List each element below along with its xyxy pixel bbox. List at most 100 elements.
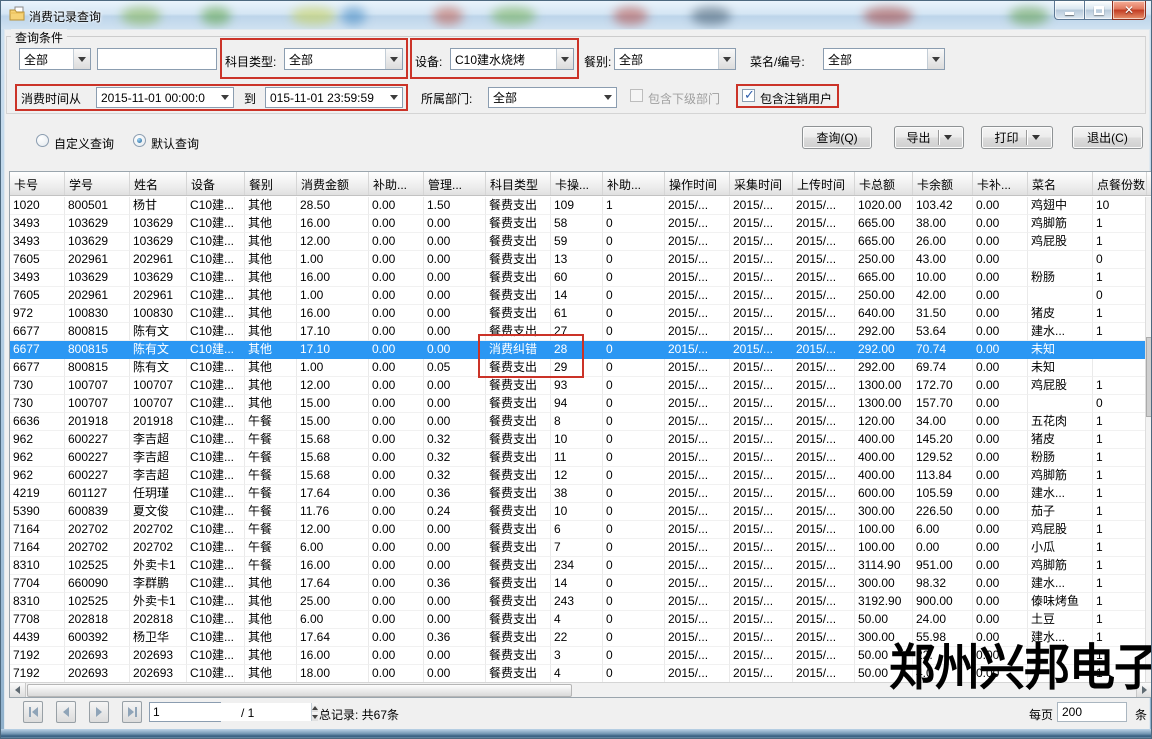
spin-up-button[interactable] [312,703,318,712]
first-page-button[interactable] [23,701,43,723]
table-row[interactable]: 6677800815陈有文C10建...其他1.000.000.05餐费支出29… [10,359,1145,377]
table-cell: 0.00 [369,215,424,233]
table-row[interactable]: 3493103629103629C10建...其他16.000.000.00餐费… [10,269,1145,287]
vertical-scrollbar[interactable] [1145,197,1152,682]
include-sub-dept-checkbox[interactable] [630,89,643,102]
table-cell: 建水... [1028,485,1093,503]
vertical-scrollbar-thumb[interactable] [1146,337,1152,417]
column-header[interactable]: 采集时间 [730,172,793,195]
table-row[interactable]: 7192202693202693C10建...其他16.000.000.00餐费… [10,647,1145,665]
dish-name-label: 菜名/编号: [750,53,805,70]
column-header[interactable]: 科目类型 [486,172,551,195]
column-header[interactable]: 菜名 [1028,172,1093,195]
table-row[interactable]: 7164202702202702C10建...午餐12.000.000.00餐费… [10,521,1145,539]
column-header[interactable]: 姓名 [130,172,187,195]
per-page-input[interactable] [1057,702,1127,722]
table-row[interactable]: 4219601127任玥瑾C10建...午餐17.640.000.36餐费支出3… [10,485,1145,503]
time-to-picker[interactable]: 015-11-01 23:59:59 [265,87,403,108]
table-row[interactable]: 6636201918201918C10建...午餐15.000.000.00餐费… [10,413,1145,431]
table-row[interactable]: 962600227李吉超C10建...午餐15.680.000.32餐费支出11… [10,449,1145,467]
table-row[interactable]: 7192202693202693C10建...其他18.000.000.00餐费… [10,665,1145,682]
column-header[interactable]: 卡操... [551,172,603,195]
horizontal-scrollbar-thumb[interactable] [27,684,572,697]
column-header[interactable]: 上传时间 [793,172,855,195]
table-row[interactable]: 730100707100707C10建...其他12.000.000.00餐费支… [10,377,1145,395]
column-header[interactable]: 卡余额 [913,172,973,195]
export-button[interactable]: 导出 [894,126,964,149]
table-row[interactable]: 7605202961202961C10建...其他1.000.000.00餐费支… [10,287,1145,305]
table-cell: 0.24 [424,503,486,521]
table-cell: 0.00 [973,557,1028,575]
previous-page-button[interactable] [56,701,76,723]
scroll-right-button[interactable] [1136,683,1152,697]
column-header[interactable]: 操作时间 [665,172,730,195]
column-header[interactable]: 餐别 [245,172,297,195]
column-header[interactable]: 学号 [65,172,130,195]
table-row[interactable]: 962600227李吉超C10建...午餐15.680.000.32餐费支出10… [10,431,1145,449]
table-row[interactable]: 7605202961202961C10建...其他1.000.000.00餐费支… [10,251,1145,269]
column-header[interactable]: 卡号 [10,172,65,195]
table-row[interactable]: 8310102525外卖卡1C10建...其他25.000.000.00餐费支出… [10,593,1145,611]
default-query-radio[interactable] [133,134,146,147]
department-combo[interactable]: 全部 [488,87,617,108]
column-header[interactable]: 设备 [187,172,245,195]
table-row[interactable]: 5390600839夏文俊C10建...午餐11.760.000.24餐费支出1… [10,503,1145,521]
scroll-left-button[interactable] [10,683,26,697]
table-cell: 餐费支出 [486,449,551,467]
column-header[interactable]: 补助... [603,172,665,195]
query-button[interactable]: 查询(Q) [802,126,872,149]
table-cell: 202693 [130,665,187,682]
custom-query-radio[interactable] [36,134,49,147]
table-row[interactable]: 7704660090李群鹏C10建...其他17.640.000.36餐费支出1… [10,575,1145,593]
next-page-button[interactable] [89,701,109,723]
table-row[interactable]: 972100830100830C10建...其他16.000.000.00餐费支… [10,305,1145,323]
column-header[interactable]: 卡总额 [855,172,913,195]
column-header[interactable]: 补助... [369,172,424,195]
button-separator [938,130,939,145]
table-row[interactable]: 730100707100707C10建...其他15.000.000.00餐费支… [10,395,1145,413]
column-header[interactable]: 消费金额 [297,172,369,195]
exit-button[interactable]: 退出(C) [1072,126,1143,149]
page-number-input[interactable] [150,703,311,721]
device-combo[interactable]: C10建水烧烤 [450,48,574,70]
table-cell: 午餐 [245,431,297,449]
table-cell: 杨甘 [130,197,187,215]
minimize-button[interactable] [1054,1,1084,20]
table-row[interactable]: 8310102525外卖卡1C10建...午餐16.000.000.00餐费支出… [10,557,1145,575]
close-button[interactable]: ✕ [1112,1,1146,20]
time-from-picker[interactable]: 2015-11-01 00:00:0 [96,87,234,108]
table-cell: 202961 [130,287,187,305]
subject-type-combo[interactable]: 全部 [284,48,403,70]
maximize-button[interactable] [1084,1,1112,20]
table-row[interactable]: 6677800815陈有文C10建...其他17.100.000.00餐费支出2… [10,323,1145,341]
table-row[interactable]: 6677800815陈有文C10建...其他17.100.000.00消费纠错2… [10,341,1145,359]
column-header[interactable]: 点餐份数 [1093,172,1147,195]
dish-name-combo[interactable]: 全部 [823,48,945,70]
table-cell: 0.00 [973,611,1028,629]
table-cell: 2015/... [793,287,855,305]
table-cell: 94 [551,395,603,413]
table-cell: 2015/... [665,557,730,575]
include-cancelled-checkbox[interactable] [742,89,755,102]
print-button[interactable]: 打印 [981,126,1053,149]
last-page-button[interactable] [122,701,142,723]
table-cell [1093,359,1145,377]
column-header[interactable]: 管理... [424,172,486,195]
column-header[interactable]: 卡补... [973,172,1028,195]
horizontal-scrollbar[interactable] [10,682,1152,697]
table-row[interactable]: 4439600392杨卫华C10建...其他17.640.000.36餐费支出2… [10,629,1145,647]
table-row[interactable]: 962600227李吉超C10建...午餐15.680.000.32餐费支出12… [10,467,1145,485]
table-row[interactable]: 3493103629103629C10建...其他16.000.000.00餐费… [10,215,1145,233]
table-cell: 962 [10,467,65,485]
meal-combo[interactable]: 全部 [614,48,736,70]
table-cell: 1 [1093,485,1145,503]
card-type-combo[interactable]: 全部 [19,48,91,70]
table-cell: 7192 [10,647,65,665]
table-row[interactable]: 3493103629103629C10建...其他12.000.000.00餐费… [10,233,1145,251]
table-row[interactable]: 7708202818202818C10建...其他6.000.000.00餐费支… [10,611,1145,629]
table-cell: 28.50 [297,197,369,215]
spin-down-button[interactable] [312,712,318,721]
table-row[interactable]: 1020800501杨甘C10建...其他28.500.001.50餐费支出10… [10,197,1145,215]
card-number-input[interactable] [97,48,217,70]
table-row[interactable]: 7164202702202702C10建...午餐6.000.000.00餐费支… [10,539,1145,557]
